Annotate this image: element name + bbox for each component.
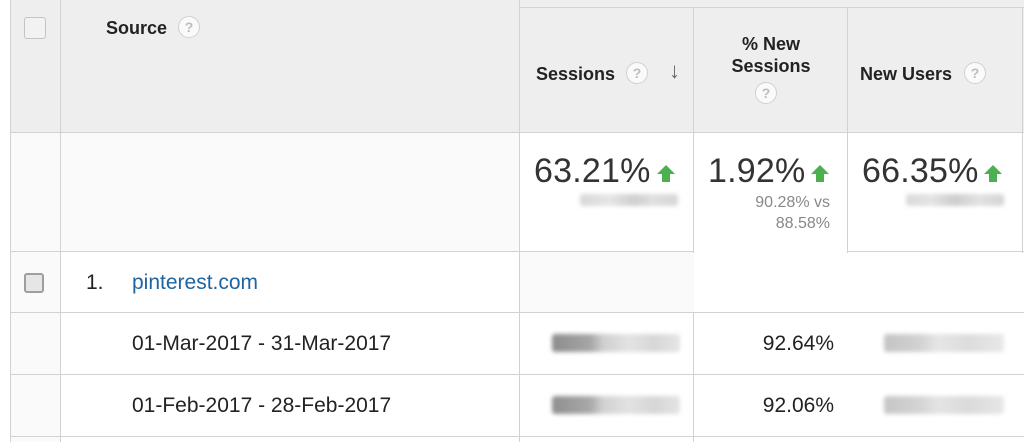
new-sessions-value: 92.64% bbox=[762, 332, 834, 355]
new-users-comparison-redacted bbox=[906, 194, 1004, 206]
sessions-column-header[interactable]: Sessions bbox=[536, 64, 615, 85]
up-arrow-icon bbox=[656, 164, 676, 189]
new-users-column-label: New Users bbox=[860, 64, 953, 84]
new-users-value-redacted bbox=[884, 396, 1004, 414]
sessions-value-redacted bbox=[552, 396, 680, 414]
new-users-column-header[interactable]: New Users bbox=[860, 64, 952, 85]
sessions-comparison-redacted bbox=[580, 194, 678, 206]
new-sessions-change-value: 1.92% bbox=[708, 152, 806, 190]
new-users-change-value: 66.35% bbox=[862, 152, 979, 190]
new-sessions-comparison: 90.28% vs 88.58% bbox=[755, 192, 830, 234]
new-sessions-value: 92.06% bbox=[762, 394, 834, 417]
source-link-pinterest[interactable]: pinterest.com bbox=[132, 271, 258, 295]
source-column-label: Source bbox=[106, 18, 168, 38]
new-sessions-cmp-line1: 90.28% vs bbox=[755, 194, 830, 211]
new-sessions-label-line2: Sessions bbox=[731, 56, 811, 76]
up-arrow-icon bbox=[983, 164, 1003, 189]
totals-label-bg bbox=[10, 133, 520, 251]
source-help-icon[interactable]: ? bbox=[178, 16, 200, 38]
new-users-help-icon[interactable]: ? bbox=[964, 62, 986, 84]
new-sessions-label-line1: % New bbox=[741, 34, 801, 54]
sessions-help-icon[interactable]: ? bbox=[626, 62, 648, 84]
row-index: 1. bbox=[86, 271, 104, 294]
new-sessions-cmp-line2: 88.58% bbox=[775, 215, 830, 232]
period-label: 01-Mar-2017 - 31-Mar-2017 bbox=[132, 332, 392, 355]
new-sessions-column-header[interactable]: % New Sessions bbox=[694, 33, 848, 77]
period-label: 01-Feb-2017 - 28-Feb-2017 bbox=[132, 394, 392, 417]
sessions-column-label: Sessions bbox=[536, 64, 616, 84]
sessions-value-redacted bbox=[552, 334, 680, 352]
new-users-value-redacted bbox=[884, 334, 1004, 352]
source-column-header[interactable]: Source bbox=[106, 18, 167, 39]
sort-descending-icon[interactable]: ↓ bbox=[669, 58, 680, 84]
up-arrow-icon bbox=[810, 164, 830, 189]
sessions-change-value: 63.21% bbox=[534, 152, 651, 190]
row-select-checkbox[interactable] bbox=[24, 273, 44, 293]
select-all-checkbox[interactable] bbox=[24, 17, 46, 39]
source-row-metrics-bg bbox=[520, 251, 694, 312]
new-sessions-help-icon[interactable]: ? bbox=[755, 82, 777, 104]
